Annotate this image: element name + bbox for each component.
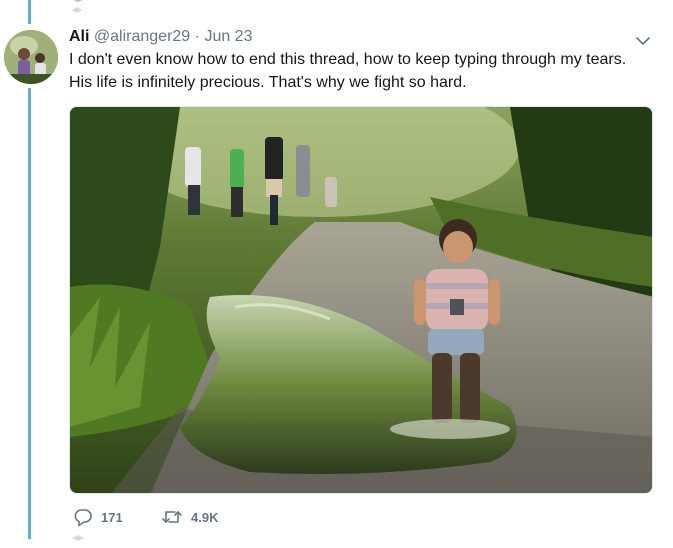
tweet-media-photo[interactable] bbox=[69, 106, 653, 494]
avatar-photo-icon bbox=[4, 30, 58, 84]
reply-count: 171 bbox=[101, 509, 123, 525]
chevron-down-icon bbox=[636, 37, 650, 45]
header-separator: · bbox=[194, 28, 200, 45]
thread-connector-top bbox=[28, 0, 31, 24]
next-row-partial bbox=[68, 530, 88, 541]
tweet-text: I don't even know how to end this thread… bbox=[69, 48, 659, 94]
avatar[interactable] bbox=[4, 30, 58, 84]
tweet-header: Ali @aliranger29 · Jun 23 bbox=[69, 27, 252, 47]
reply-button[interactable]: 171 bbox=[73, 506, 123, 528]
retweet-icon bbox=[162, 511, 182, 523]
retweet-count: 4.9K bbox=[191, 509, 219, 525]
retweet-button[interactable]: 4.9K bbox=[161, 506, 218, 528]
photo-icon bbox=[70, 107, 652, 493]
tweet-date[interactable]: Jun 23 bbox=[204, 28, 252, 45]
tweet-text-line: His life is infinitely precious. That's … bbox=[69, 74, 467, 91]
author-name[interactable]: Ali bbox=[69, 28, 89, 45]
thread-connector-bottom bbox=[28, 88, 31, 539]
previous-tweet-icons-icon bbox=[72, 0, 82, 13]
author-handle[interactable]: @aliranger29 bbox=[94, 28, 190, 45]
previous-tweet-actions bbox=[68, 0, 268, 14]
tweet-text-line: I don't even know how to end this thread… bbox=[69, 51, 627, 68]
reply-icon bbox=[74, 509, 92, 527]
tweet-menu-button[interactable] bbox=[636, 33, 650, 45]
